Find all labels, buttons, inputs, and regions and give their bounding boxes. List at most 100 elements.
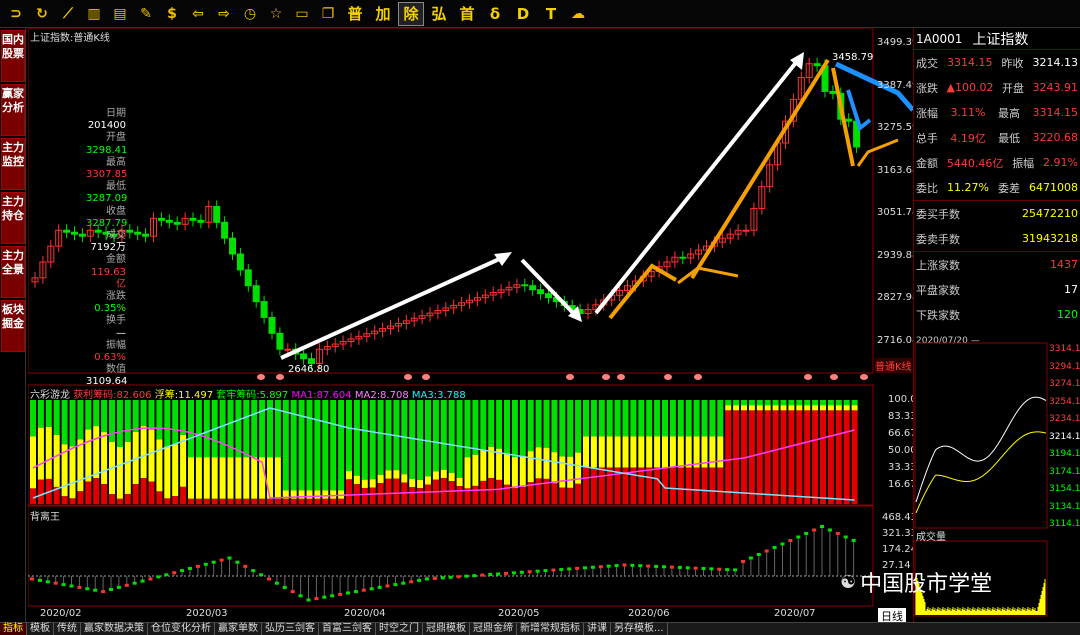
bottom-tab[interactable]: 新增常规指标 [517, 623, 584, 635]
signal-marker-icon[interactable] [404, 374, 412, 380]
copy-icon[interactable]: ❐ [316, 2, 340, 26]
ind1-green-bar [425, 400, 431, 477]
refresh-icon[interactable]: ↻ [30, 2, 54, 26]
ind1-yellow-bar [235, 457, 242, 499]
ind1-yellow-bar [37, 427, 44, 480]
ind2-dot [148, 577, 153, 581]
ind1-red-bar [685, 467, 692, 504]
ind2-dot [124, 583, 129, 587]
signal-marker-icon[interactable] [617, 374, 625, 380]
main-chart-area[interactable]: 上证指数:普通K线 普通K线 3458.79 2646.80 3499.39 33… [28, 28, 923, 624]
dollar-icon[interactable]: $ [160, 2, 184, 26]
ind1-yellow-bar [583, 436, 589, 468]
bottom-tab[interactable]: 首富三剑客 [319, 623, 376, 635]
bottom-tab[interactable]: 弘历三剑客 [262, 623, 319, 635]
sidebar-item-3[interactable]: 主力持仓 [1, 192, 25, 244]
ind1-yellow-bar [330, 490, 337, 499]
toolbar-text-7[interactable]: T [538, 2, 564, 26]
list-icon[interactable]: ▤ [108, 2, 132, 26]
bottom-tab[interactable]: 赢家单数 [215, 623, 262, 635]
signal-marker-icon[interactable] [694, 374, 702, 380]
ind1-yellow-bar [543, 447, 550, 479]
signal-marker-icon[interactable] [257, 374, 265, 380]
ind2-dot [211, 560, 216, 564]
arrow-left-icon[interactable]: ⇦ [186, 2, 210, 26]
ind1-green-bar [527, 400, 534, 452]
ind1-green-bar [812, 400, 819, 406]
sidebar-item-4[interactable]: 主力全景 [1, 246, 25, 298]
bottom-tab[interactable]: 冠鼎模板 [423, 623, 470, 635]
ind1-red-bar [259, 498, 266, 504]
ind1-red-bar [195, 498, 202, 504]
ind1-red-bar [756, 410, 763, 504]
candle-body [78, 233, 86, 237]
signal-marker-icon[interactable] [422, 374, 430, 380]
candle-body [213, 205, 221, 223]
signal-marker-icon[interactable] [804, 374, 812, 380]
ind2-dot [188, 567, 192, 570]
toolbar-text-6[interactable]: D [510, 2, 536, 26]
ind1-yellow-bar [425, 476, 431, 485]
signal-marker-icon[interactable] [602, 374, 610, 380]
candle-body [173, 221, 181, 225]
sidebar-item-1[interactable]: 赢家分析 [1, 84, 25, 136]
bottom-tab[interactable]: 赢家数据决策 [81, 623, 148, 635]
date-axis-label: 2020/02 [40, 608, 82, 619]
breadth-label: 平盘家数 [916, 283, 960, 297]
bottom-tab[interactable]: 讲课 [584, 623, 611, 635]
signal-marker-icon[interactable] [860, 374, 868, 380]
bottom-tab[interactable]: 时空之门 [376, 623, 423, 635]
ind1-green-bar [243, 400, 250, 458]
sidebar-item-2[interactable]: 主力监控 [1, 138, 25, 190]
ind1-green-bar [140, 400, 147, 427]
bottom-tab[interactable]: 模板 [27, 623, 54, 635]
ind2-dot [606, 564, 611, 568]
rss-icon[interactable]: ⊃ [4, 2, 28, 26]
candle-body [308, 358, 315, 364]
candle-body [157, 217, 165, 221]
toolbar-text-2[interactable]: 除 [398, 1, 424, 26]
ind1-red-bar [788, 410, 795, 504]
arrow-right-icon[interactable]: ⇨ [212, 2, 236, 26]
ind1-green-bar [820, 400, 826, 406]
toolbar-text-3[interactable]: 弘 [426, 2, 452, 26]
signal-marker-icon[interactable] [830, 374, 838, 380]
ind1-name: 六彩游龙 [30, 390, 70, 401]
toolbar-text-0[interactable]: 普 [342, 2, 368, 26]
signal-marker-icon[interactable] [276, 374, 284, 380]
chart-svg[interactable] [28, 28, 913, 622]
ind1-red-bar [164, 498, 171, 504]
bottom-tab[interactable]: 冠鼎金缔 [470, 623, 517, 635]
signal-marker-icon[interactable] [566, 374, 574, 380]
folder-add-icon[interactable]: ▭ [290, 2, 314, 26]
signal-marker-icon[interactable] [664, 374, 672, 380]
bottom-tab[interactable]: 传统 [54, 623, 81, 635]
ind1-yellow-bar [353, 475, 360, 485]
toolbar-text-5[interactable]: δ [482, 2, 508, 26]
quote-row: 成交 3314.15 昨收 3214.13 [914, 50, 1080, 75]
bar-chart-icon[interactable]: ▥ [82, 2, 106, 26]
bottom-tab[interactable]: 仓位变化分析 [148, 623, 215, 635]
bottom-tab[interactable]: 指标 [0, 623, 27, 635]
toolbar-text-4[interactable]: 首 [454, 2, 480, 26]
ind2-dot [61, 583, 66, 587]
ind2-dot [282, 585, 287, 589]
cloud-icon[interactable]: ☁ [566, 2, 590, 26]
bottom-tab[interactable]: 另存模板... [611, 623, 668, 635]
app-window: ⊃ ↻ ⟋ ▥ ▤ ✎ $ ⇦ ⇨ ◷ ☆ ▭ ❐ 普 加 除 弘 首 δ D … [0, 0, 1080, 635]
sidebar-item-0[interactable]: 国内股票 [1, 30, 25, 82]
ind2-dot [101, 590, 106, 594]
candle-body [244, 269, 252, 287]
ind2-dot [385, 584, 390, 588]
ind1-green-bar [567, 400, 574, 457]
clock-icon[interactable]: ◷ [238, 2, 262, 26]
line-chart-icon[interactable]: ⟋ [56, 2, 80, 26]
ind2-dot [472, 574, 477, 578]
pencil-icon[interactable]: ✎ [134, 2, 158, 26]
info-v9: — [116, 327, 126, 339]
sidebar-item-5[interactable]: 板块掘金 [1, 300, 25, 352]
ind2-dot [298, 594, 303, 598]
toolbar-text-1[interactable]: 加 [370, 2, 396, 26]
ind1-red-bar [385, 478, 392, 504]
star-icon[interactable]: ☆ [264, 2, 288, 26]
